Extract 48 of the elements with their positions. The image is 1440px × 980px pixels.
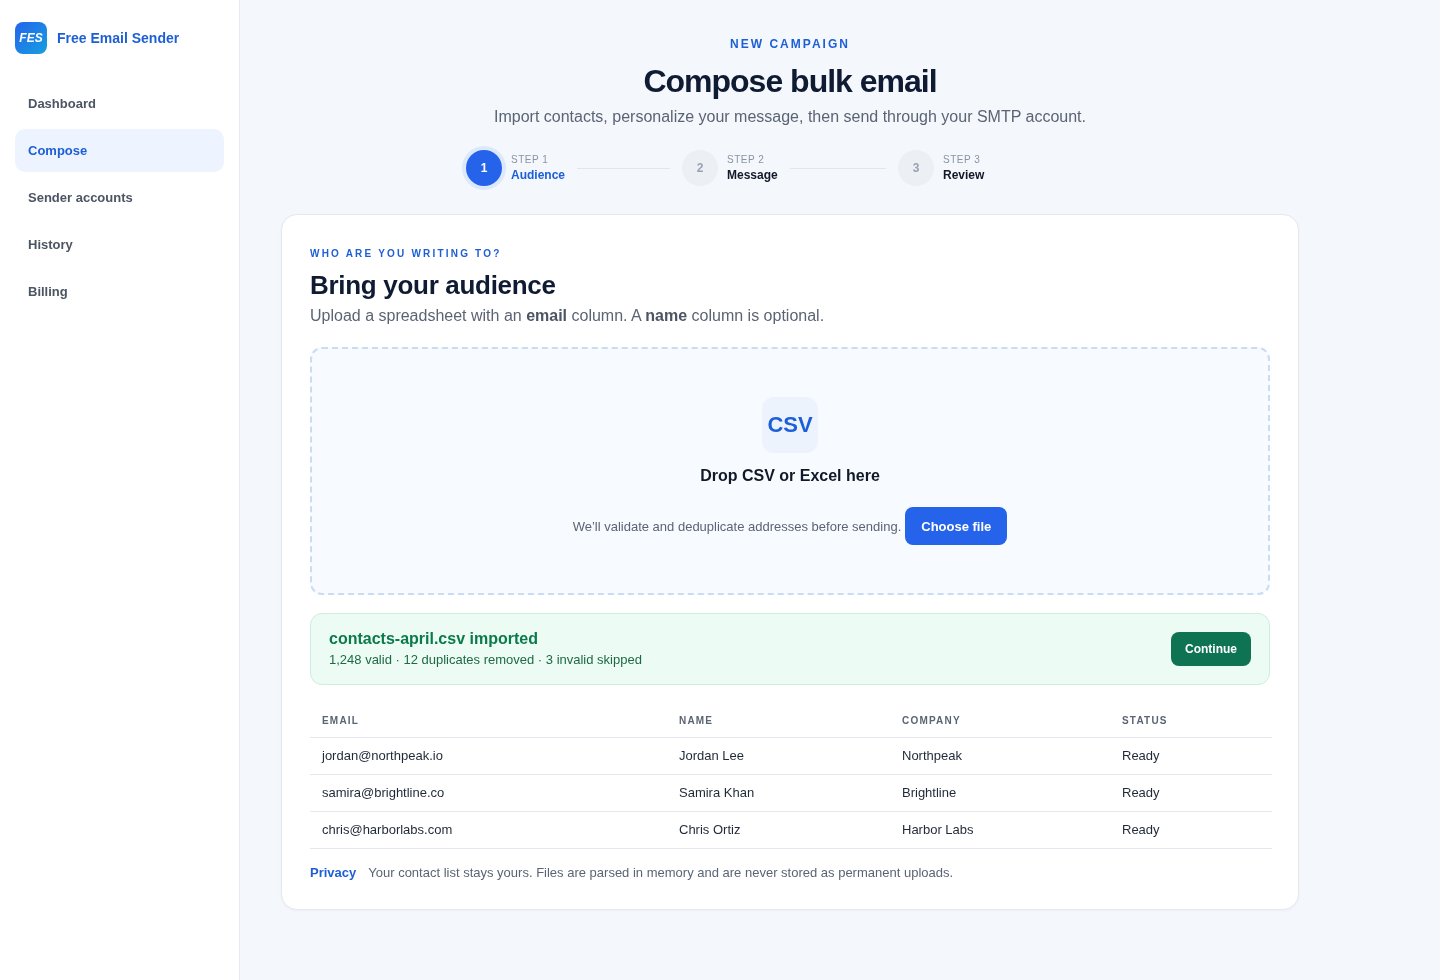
table-cell: chris@harborlabs.com bbox=[310, 811, 667, 848]
sidebar-item[interactable]: History bbox=[15, 223, 224, 266]
sidebar-item[interactable]: Compose bbox=[15, 129, 224, 172]
section-description: Upload a spreadsheet with an email column. A name column is optional. bbox=[310, 306, 826, 326]
step-caption: STEP 2 bbox=[727, 153, 766, 166]
sidebar-item[interactable]: Dashboard bbox=[15, 82, 224, 125]
brand-logo: FES bbox=[15, 22, 47, 54]
page-eyebrow: NEW CAMPAIGN bbox=[730, 37, 850, 51]
step-label: Audience bbox=[511, 167, 565, 183]
column-header: EMAIL bbox=[310, 705, 667, 737]
step-label: Message bbox=[727, 167, 778, 183]
table-cell: Ready bbox=[1110, 774, 1272, 811]
continue-button[interactable]: Continue bbox=[1171, 632, 1251, 666]
table-cell: Harbor Labs bbox=[890, 811, 1110, 848]
page-title: Compose bulk email bbox=[643, 62, 937, 101]
table-cell: Brightline bbox=[890, 774, 1110, 811]
page-subtitle: Import contacts, personalize your message, then send through your SMTP account. bbox=[494, 107, 1086, 127]
drop-hint: We’ll validate and deduplicate addresses before sending. bbox=[572, 518, 902, 534]
choose-file-button[interactable]: Choose file bbox=[905, 507, 1008, 545]
table-cell: Ready bbox=[1110, 811, 1272, 848]
step-indicator: 2 bbox=[682, 150, 718, 186]
table-cell: Ready bbox=[1110, 737, 1272, 774]
section-eyebrow: WHO ARE YOU WRITING TO? bbox=[310, 248, 503, 260]
import-title: contacts-april.csv imported bbox=[329, 629, 539, 649]
import-summary: 1,248 valid · 12 duplicates removed · 3 invalid skipped bbox=[329, 651, 642, 669]
table-cell: Northpeak bbox=[890, 737, 1110, 774]
sidebar-item[interactable]: Billing bbox=[15, 270, 224, 313]
step-label: Review bbox=[943, 167, 985, 183]
brand-name: Free Email Sender bbox=[57, 30, 180, 46]
sidebar-item[interactable]: Sender accounts bbox=[15, 176, 224, 219]
step-indicator: 1 bbox=[466, 150, 502, 186]
column-header: NAME bbox=[667, 705, 890, 737]
step-indicator: 3 bbox=[898, 150, 934, 186]
drop-title: Drop CSV or Excel here bbox=[700, 466, 880, 486]
column-header: STATUS bbox=[1110, 705, 1272, 737]
column-header: COMPANY bbox=[890, 705, 1110, 737]
table-cell: samira@brightline.co bbox=[310, 774, 667, 811]
step-caption: STEP 1 bbox=[511, 153, 550, 166]
table-cell: Chris Ortiz bbox=[667, 811, 890, 848]
table-cell: Jordan Lee bbox=[667, 737, 890, 774]
table-cell: Samira Khan bbox=[667, 774, 890, 811]
step-caption: STEP 3 bbox=[943, 153, 982, 166]
table-cell: jordan@northpeak.io bbox=[310, 737, 667, 774]
file-drop-zone[interactable]: CSV Drop CSV or Excel here We’ll validate and deduplicate addresses before sending. Choose file bbox=[310, 347, 1270, 595]
privacy-link[interactable]: Privacy bbox=[310, 863, 357, 882]
file-type-label: CSV bbox=[762, 397, 818, 453]
section-title: Bring your audience bbox=[310, 269, 557, 301]
privacy-note: Your contact list stays yours. Files are parsed in memory and are never stored as permanent uploads. bbox=[368, 863, 954, 882]
